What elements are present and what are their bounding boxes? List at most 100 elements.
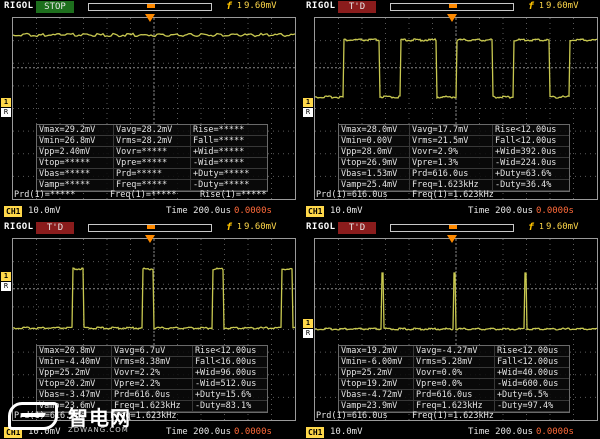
trigger-arrow-icon	[145, 14, 155, 22]
measurement-cell: -Duty=83.1%	[191, 400, 267, 412]
measurement-row: Vbas=-3.47mV Prd=616.0us +Duty=15.6%	[37, 389, 267, 401]
measurement-cell: +Wid=96.00us	[191, 367, 267, 379]
measurement-cell: Vamp=*****	[37, 179, 114, 191]
measurement-row: Vbas=-4.72mV Prd=616.0us +Duty=6.5%	[339, 389, 569, 401]
measurement-cell: Vamp=25.4mV	[339, 179, 410, 191]
measurement-cell: Vmin=-6.00mV	[339, 356, 414, 368]
measurement-cell: +Wid=392.0us	[492, 146, 569, 158]
measurement-table: Vmax=29.2mV Vavg=28.2mV Rise=***** Vmin=26.…	[36, 124, 268, 192]
measurement-row: Vtop=***** Vpre=***** -Wid=*****	[37, 157, 267, 169]
measurement-row: Vbas=1.53mV Prd=616.0us +Duty=63.6%	[339, 168, 569, 180]
measurement-cell: Rise=*****	[190, 125, 267, 136]
measurement-cell: +Duty=15.6%	[191, 389, 267, 401]
scope-panel-1: RIGOL STOP f 1 9.60mV Vmax=29.2mV Vavg=28.2mV R…	[0, 0, 298, 218]
measurement-row: Vtop=19.2mV Vpre=0.0% -Wid=600.0us	[339, 378, 569, 390]
timebase-readout: Time 200.0us	[166, 206, 232, 216]
measurement-cell: +Wid=40.00us	[493, 367, 569, 379]
measurement-row: Vmax=28.0mV Vavg=17.7mV Rise<12.00us	[339, 125, 569, 136]
measurement-cell: Vmin=0.00V	[339, 135, 410, 147]
measurement-cell: Vavg=28.2mV	[112, 125, 191, 136]
measurement-row: Vmin=-6.00mV Vrms=5.28mV Fall<12.00us	[339, 356, 569, 368]
measurement-cell: Vtop=19.2mV	[339, 378, 414, 390]
measurement-cell: Vmax=29.2mV	[37, 125, 114, 136]
measurement-cell: Vpp=2.40mV	[37, 146, 114, 158]
measurement-cell: Vpp=28.0mV	[339, 146, 410, 158]
measurement-cell: Vpp=25.2mV	[37, 367, 112, 379]
measurement-cell: -Duty=36.4%	[492, 179, 569, 191]
channel-badge: CH1	[306, 206, 325, 217]
measurement-cell: Vrms=28.2mV	[112, 135, 191, 147]
measurement-cell: Vavg=6.7uV	[111, 346, 193, 357]
channel-ground-marker-icon: 1	[1, 98, 11, 107]
measurement-cell: Prd=616.0us	[409, 168, 493, 180]
measurement-cell: Vrms=21.5mV	[409, 135, 493, 147]
measurement-cell: Rise<12.00us	[493, 346, 569, 357]
measurement-cell: +Duty=*****	[190, 168, 267, 180]
watermark-url: ZDWANG.COM	[68, 426, 129, 434]
scope-status-line: CH1 10.0mV Time 200.0us 0.0000s	[302, 426, 600, 439]
measurement-cell: Fall<12.00us	[493, 356, 569, 368]
measurement-cell: Vrms=5.28mV	[413, 356, 495, 368]
measurement-cell: Freq=*****	[112, 179, 191, 191]
measurement-cell: Prd=616.0us	[111, 389, 193, 401]
measurement-cell: Freq=1.623kHz	[413, 400, 495, 412]
measurement-cell: -Duty=97.4%	[493, 400, 569, 412]
channel-badge: CH1	[4, 206, 23, 217]
measurement-cell: Fall=*****	[190, 135, 267, 147]
timebase-readout: Time 200.0us	[468, 427, 534, 437]
quick-measure-item: Freq(1)=1.623kHz	[412, 190, 494, 200]
quick-measure-item: Prd(1)=*****	[14, 190, 76, 200]
measurement-cell: Vtop=20.2mV	[37, 378, 112, 390]
measurement-cell: +Duty=6.5%	[493, 389, 569, 401]
quick-measure-item: Rise(1)=*****	[200, 190, 267, 200]
measurement-cell: Vpre=*****	[112, 157, 191, 169]
measurement-table: Vmax=19.2mV Vavg=-4.27mV Rise<12.00us Vmin=…	[338, 345, 570, 413]
measurement-cell: Vpre=2.2%	[111, 378, 193, 390]
scope-panel-2: RIGOL T'D f 1 9.60mV Vmax=28.0mV Vavg=17.7mV Ri…	[302, 0, 600, 218]
measurement-row: Vmax=19.2mV Vavg=-4.27mV Rise<12.00us	[339, 346, 569, 357]
channel-ground-marker-icon: 1	[303, 319, 313, 328]
timebase-readout: Time 200.0us	[468, 206, 534, 216]
measurement-cell: +Duty=63.6%	[492, 168, 569, 180]
volts-per-div: 10.0mV	[330, 427, 363, 437]
measurement-row: Vpp=28.0mV Vovr=2.9% +Wid=392.0us	[339, 146, 569, 158]
quick-measure-item: Freq(1)=*****	[110, 190, 177, 200]
measurement-row: Vamp=***** Freq=***** -Duty=*****	[37, 179, 267, 191]
scope-panel-4: RIGOL T'D f 1 9.60mV Vmax=19.2mV Vavg=-4.27mV R…	[302, 221, 600, 439]
watermark: 智电网 ZDWANG.COM	[6, 400, 166, 438]
measurement-cell: -Wid=224.0us	[492, 157, 569, 169]
measurement-row: Vbas=***** Prd=***** +Duty=*****	[37, 168, 267, 180]
measurement-cell: Vbas=-4.72mV	[339, 389, 414, 401]
measurement-cell: Vpre=1.3%	[409, 157, 493, 169]
measurement-cell: Vtop=*****	[37, 157, 114, 169]
measurement-cell: Vovr=*****	[112, 146, 191, 158]
measurement-row: Vmax=29.2mV Vavg=28.2mV Rise=*****	[37, 125, 267, 136]
measurement-cell: Vpp=25.2mV	[339, 367, 414, 379]
channel-ground-marker-icon: 1	[303, 98, 313, 107]
quick-measure-bar: Prd(1)=616.0us Freq(1)=1.623kHz	[316, 411, 598, 421]
measurement-table: Vmax=28.0mV Vavg=17.7mV Rise<12.00us Vmin=0…	[338, 124, 570, 192]
ref-marker-icon: R	[1, 108, 11, 117]
timebase-readout: Time 200.0us	[166, 427, 232, 437]
measurement-cell: Vovr=2.2%	[111, 367, 193, 379]
measurement-cell: Vmin=-4.40mV	[37, 356, 112, 368]
measurement-cell: Vmax=28.0mV	[339, 125, 410, 136]
quick-measure-bar: Prd(1)=***** Freq(1)=***** Rise(1)=*****	[14, 190, 296, 200]
measurement-cell: Vbas=-3.47mV	[37, 389, 112, 401]
quick-measure-item: Freq(1)=1.623kHz	[412, 411, 494, 421]
measurement-row: Vpp=25.2mV Vovr=0.0% +Wid=40.00us	[339, 367, 569, 379]
trigger-arrow-icon	[145, 235, 155, 243]
measurement-cell: Vtop=26.9mV	[339, 157, 410, 169]
measurement-row: Vtop=20.2mV Vpre=2.2% -Wid=512.0us	[37, 378, 267, 390]
measurement-row: Vmin=0.00V Vrms=21.5mV Fall<12.00us	[339, 135, 569, 147]
measurement-cell: Rise<12.00us	[492, 125, 569, 136]
measurement-cell: Fall<16.00us	[191, 356, 267, 368]
measurement-cell: Vavg=-4.27mV	[413, 346, 495, 357]
measurement-row: Vpp=2.40mV Vovr=***** +Wid=*****	[37, 146, 267, 158]
measurement-cell: -Duty=*****	[190, 179, 267, 191]
measurement-cell: Vbas=*****	[37, 168, 114, 180]
quick-measure-item: Prd(1)=616.0us	[316, 190, 388, 200]
measurement-cell: Vovr=0.0%	[413, 367, 495, 379]
measurement-row: Vmax=20.8mV Vavg=6.7uV Rise<12.00us	[37, 346, 267, 357]
measurement-cell: Prd=616.0us	[413, 389, 495, 401]
